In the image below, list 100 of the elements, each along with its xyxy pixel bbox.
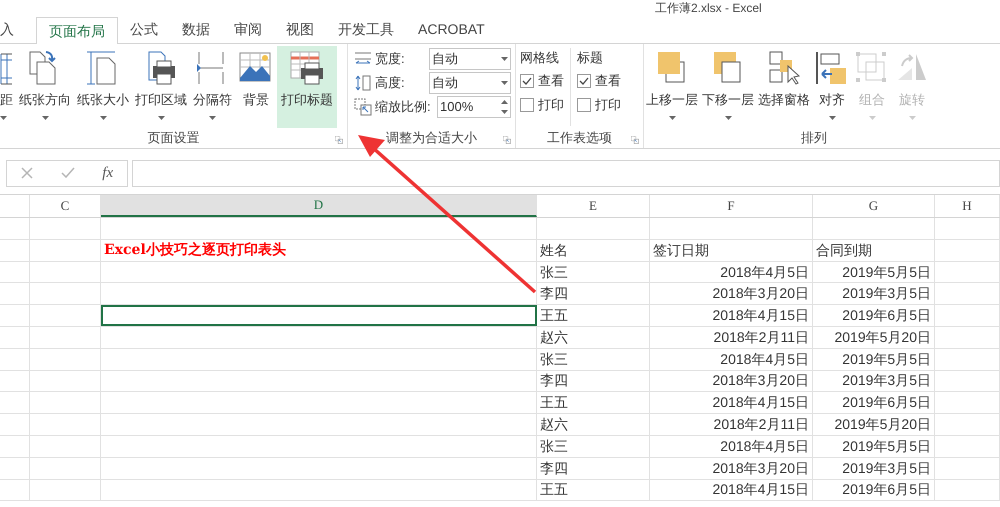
table-cell-text: 李四 [540, 458, 568, 478]
ribbon-button[interactable]: 纸张方向 [16, 46, 74, 128]
ribbon-button[interactable]: 上移一层 [644, 46, 700, 128]
caret-icon [0, 116, 7, 120]
table-cell-text: 王五 [540, 306, 568, 326]
checkbox-option[interactable]: 查看 [577, 72, 621, 90]
table-cell-text: 2019年5月5日 [842, 262, 931, 282]
table-cell-text: 2019年3月5日 [842, 371, 931, 390]
group-label: 页面设置 [148, 129, 200, 148]
group-label: 排列 [801, 129, 827, 148]
formula-input[interactable] [132, 160, 1000, 186]
dialog-launcher-icon[interactable] [503, 136, 511, 144]
ribbon-button[interactable]: 打印标题 [277, 46, 337, 128]
scale-icon [354, 98, 372, 116]
dialog-launcher-icon[interactable] [335, 136, 343, 144]
checkbox-option[interactable]: 打印 [520, 96, 564, 114]
field-label: 缩放比例: [375, 98, 431, 116]
caret-icon [100, 116, 106, 120]
ribbon-tab[interactable]: 数据 [170, 16, 222, 43]
option-heading: 标题 [577, 49, 604, 66]
ribbon-tab[interactable]: 开发工具 [326, 16, 406, 43]
table-cell-text: 2019年6月5日 [842, 393, 931, 412]
active-cell[interactable] [101, 305, 537, 326]
table-cell-text: 王五 [540, 480, 568, 500]
check-icon [522, 76, 532, 86]
table-printer-icon [289, 50, 325, 86]
table-cell-text: 2019年3月5日 [842, 458, 931, 478]
table-cell-text: 2018年4月15日 [712, 306, 809, 326]
option-heading: 网格线 [520, 49, 560, 66]
table-cell-text: 张三 [540, 262, 568, 282]
table-cell-text: 李四 [540, 284, 568, 304]
caret-icon [828, 116, 836, 120]
ribbon-button[interactable]: 下移一层 [700, 46, 756, 128]
table-cell-text: 李四 [540, 371, 568, 390]
caret-icon [158, 116, 164, 120]
spin-arrows-icon[interactable] [501, 100, 508, 114]
column-header[interactable]: E [537, 195, 650, 217]
ribbon-button[interactable]: 背景 [235, 46, 277, 128]
table-cell-text: 2019年5月5日 [842, 436, 931, 456]
table-cell-text: 2019年6月5日 [842, 480, 931, 500]
caret-icon [908, 116, 916, 120]
table-cell-text: 2018年2月11日 [714, 415, 809, 434]
window-title: 工作薄2.xlsx - Excel [655, 1, 762, 15]
table-cell-text: 2018年4月5日 [720, 436, 809, 456]
table-cell-text: 2018年3月20日 [712, 371, 809, 390]
caret-icon [501, 81, 508, 85]
ribbon-tab[interactable]: 视图 [274, 16, 326, 43]
ribbon-tab[interactable]: 公式 [118, 16, 170, 43]
caret-icon [209, 116, 216, 120]
checkbox-option[interactable]: 查看 [520, 72, 564, 90]
ribbon-button[interactable]: 对齐 [812, 46, 852, 128]
caret-icon [501, 57, 508, 61]
sheet-title-text: Excel小技巧之逐页打印表头 [104, 240, 286, 260]
table-cell-text: 2018年4月5日 [720, 262, 809, 282]
ribbon-tab[interactable]: 页面布局 [36, 17, 118, 44]
column-header[interactable]: D [101, 195, 537, 217]
table-cell-text: 2019年5月20日 [834, 328, 931, 347]
dropdown-field[interactable]: 自动 [429, 48, 511, 70]
caret-icon [868, 116, 876, 120]
table-cell-text: 2018年2月11日 [714, 328, 809, 347]
ribbon-tab[interactable]: 入 [0, 16, 26, 43]
field-label: 高度: [375, 74, 405, 92]
table-cell-text: 2019年3月5日 [842, 284, 931, 304]
column-header[interactable]: F [650, 195, 813, 217]
ribbon-button[interactable]: 打印区域 [132, 46, 190, 128]
checkbox-option[interactable]: 打印 [577, 96, 621, 114]
table-cell-text: 2018年4月5日 [720, 350, 809, 369]
dropdown-field[interactable]: 自动 [429, 72, 511, 94]
insert-function-button[interactable]: fx [102, 162, 114, 184]
caret-icon [668, 116, 676, 120]
column-header[interactable]: G [813, 195, 935, 217]
spinner-field[interactable]: 100% [437, 96, 511, 118]
table-cell-text: 张三 [540, 436, 568, 456]
ribbon-button[interactable]: 纸张大小 [74, 46, 132, 128]
table-cell-text: 王五 [540, 393, 568, 412]
ribbon-button[interactable]: 分隔符 [190, 46, 235, 128]
table-cell-text: 合同到期 [816, 240, 872, 260]
field-label: 宽度: [375, 50, 405, 68]
table-cell-text: 2018年4月15日 [712, 393, 809, 412]
group-label: 调整为合适大小 [386, 129, 477, 148]
ribbon-tab[interactable]: 审阅 [222, 16, 274, 43]
ribbon-button[interactable]: 选择窗格 [756, 46, 812, 128]
table-cell-text: 签订日期 [653, 240, 709, 260]
table-cell-text: 2019年5月20日 [834, 415, 931, 434]
ribbon-button[interactable]: 距 [0, 46, 16, 128]
dialog-launcher-icon[interactable] [631, 136, 639, 144]
ribbon-tab[interactable]: ACROBAT [406, 16, 497, 43]
table-cell-text: 2019年6月5日 [842, 306, 931, 326]
table-cell-text: 赵六 [540, 328, 568, 347]
table-cell-text: 2018年3月20日 [712, 458, 809, 478]
checkmark-icon[interactable] [60, 167, 75, 179]
cancel-icon[interactable] [20, 167, 33, 179]
table-cell-text: 2019年5月5日 [842, 350, 931, 369]
check-icon [579, 76, 589, 86]
table-cell-text: 姓名 [540, 240, 568, 260]
height-icon [354, 74, 372, 92]
table-cell-text: 2018年4月15日 [712, 480, 809, 500]
column-header[interactable]: H [935, 195, 1000, 217]
table-cell-text: 赵六 [540, 415, 568, 434]
table-cell-text: 2018年3月20日 [712, 284, 809, 304]
